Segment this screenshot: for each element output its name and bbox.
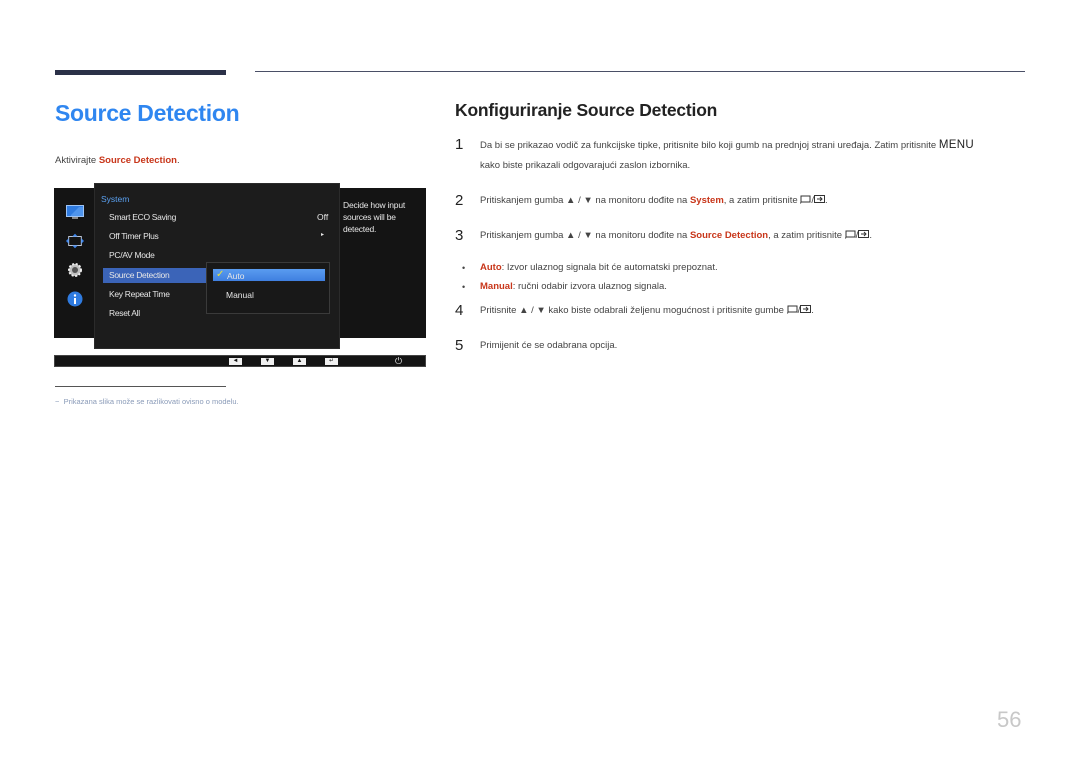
step-3-highlight: Source Detection <box>689 230 769 241</box>
page-number: 56 <box>997 707 1022 732</box>
osd-submenu: ✓ Auto Manual <box>206 262 330 314</box>
step-4-period: . <box>811 305 814 316</box>
step-number-3: 3 <box>455 227 464 244</box>
step-2-text: Pritiskanjem gumba ▲ / ▼ na monitoru dođ… <box>480 195 828 207</box>
menu-keyword: MENU <box>938 139 974 151</box>
activate-highlight: Source Detection <box>98 155 177 166</box>
info-icon <box>66 291 84 307</box>
bullet-auto-label: Auto <box>480 262 502 273</box>
enter-key-icon: ↵ <box>325 358 338 365</box>
osd-option-auto[interactable]: ✓ Auto <box>212 268 326 282</box>
instructions-title: Konfiguriranje Source Detection <box>455 100 718 120</box>
menu-button-icon <box>786 305 798 317</box>
bullet-manual-label: Manual <box>480 281 513 292</box>
step-number-1: 1 <box>455 136 464 153</box>
osd-item-key-repeat-time[interactable]: Key Repeat Time <box>103 287 207 302</box>
footnote-text: Prikazana slika može se razlikovati ovis… <box>63 397 239 406</box>
footnote-rule <box>55 386 226 387</box>
down-key-icon: ▼ <box>261 358 274 365</box>
resize-arrows-icon <box>66 233 84 249</box>
activate-prefix: Aktivirajte <box>55 155 99 166</box>
osd-submenu-arrow-icon: ▸ <box>321 232 325 238</box>
osd-option-auto-label: Auto <box>227 271 245 281</box>
step-number-2: 2 <box>455 192 464 209</box>
osd-item-off-timer-plus[interactable]: Off Timer Plus <box>103 229 207 244</box>
enter-source-icon <box>813 195 825 207</box>
enter-source-icon <box>858 230 870 242</box>
gear-icon <box>66 262 84 278</box>
osd-option-manual[interactable]: Manual <box>212 288 326 302</box>
menu-button-icon <box>844 230 856 242</box>
step-2-suffix: , a zatim pritisnite <box>723 195 801 206</box>
osd-item-pc-av-mode[interactable]: PC/AV Mode <box>103 248 207 263</box>
bullet-manual-text: : ručni odabir izvora ulaznog signala. <box>512 281 667 292</box>
bullet-manual: Manual: ručni odabir izvora ulaznog sign… <box>480 281 667 292</box>
left-key-icon: ◄ <box>229 358 242 365</box>
bullet-marker: • <box>462 263 466 273</box>
osd-menu-heading: System <box>101 194 130 204</box>
osd-item-source-detection[interactable]: Source Detection <box>103 268 207 283</box>
step-3-text: Pritiskanjem gumba ▲ / ▼ na monitoru dođ… <box>480 230 872 242</box>
step-4-prefix: Pritisnite ▲ / ▼ kako biste odabrali žel… <box>480 305 787 316</box>
step-5-text: Primijenit će se odabrana opcija. <box>480 340 618 351</box>
osd-item-reset-all[interactable]: Reset All <box>103 306 207 321</box>
monitor-icon <box>66 204 84 220</box>
activate-suffix: . <box>176 155 180 166</box>
step-2-highlight: System <box>689 195 724 206</box>
menu-button-icon <box>800 195 811 207</box>
step-4-text: Pritisnite ▲ / ▼ kako biste odabrali žel… <box>480 305 814 317</box>
step-number-5: 5 <box>455 337 464 354</box>
section-title: Source Detection <box>55 100 240 126</box>
osd-menu-screenshot: System Smart ECO Saving Off Off Timer Pl… <box>54 183 426 368</box>
step-3-prefix: Pritiskanjem gumba ▲ / ▼ na monitoru dođ… <box>480 230 690 241</box>
header-rule <box>255 71 1025 72</box>
osd-option-manual-label: Manual <box>226 290 254 300</box>
step-3-period: . <box>869 230 872 241</box>
step-1-line-1: Da bi se prikazao vodič za funkcijske ti… <box>480 139 974 151</box>
step-2-prefix: Pritiskanjem gumba ▲ / ▼ na monitoru dođ… <box>480 195 690 206</box>
osd-sidebar <box>54 188 95 338</box>
enter-source-icon <box>800 305 812 317</box>
footnote-dash: − <box>55 397 60 406</box>
step-1-line-2: kako biste prikazali odgovarajući zaslon… <box>480 160 691 171</box>
header-accent-bar <box>55 70 226 75</box>
step-3-suffix: , a zatim pritisnite <box>768 230 845 241</box>
step-2-period: . <box>824 195 828 206</box>
up-key-icon: ▲ <box>293 358 306 365</box>
osd-help-text: Decide how input sources will be detecte… <box>343 200 406 234</box>
footnote: − Prikazana slika može se razlikovati ov… <box>55 397 239 406</box>
osd-key-guide-bar: ◄ ▼ ▲ ↵ ⏻ <box>54 355 426 367</box>
step-1-text: Da bi se prikazao vodič za funkcijske ti… <box>480 140 939 151</box>
osd-value-smart-eco-saving: Off <box>317 212 329 222</box>
osd-main-panel: System Smart ECO Saving Off Off Timer Pl… <box>94 183 340 349</box>
osd-item-smart-eco-saving[interactable]: Smart ECO Saving <box>103 210 207 225</box>
osd-help-panel: Decide how input sources will be detecte… <box>340 188 426 338</box>
power-icon: ⏻ <box>395 356 403 366</box>
checkmark-icon: ✓ <box>216 269 225 280</box>
bullet-marker: • <box>462 282 466 292</box>
step-number-4: 4 <box>455 302 464 319</box>
bullet-auto: Auto: Izvor ulaznog signala bit će autom… <box>480 262 718 273</box>
activate-instruction: Aktivirajte Source Detection. <box>55 155 180 166</box>
bullet-auto-text: : Izvor ulaznog signala bit će automatsk… <box>501 262 718 273</box>
